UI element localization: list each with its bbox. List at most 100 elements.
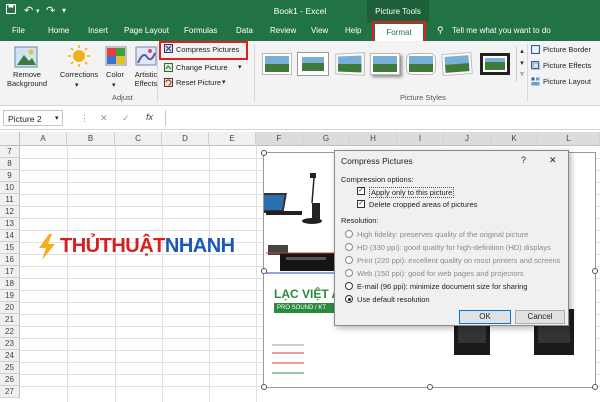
column-header[interactable]: G xyxy=(303,132,350,146)
resize-handle[interactable] xyxy=(261,150,267,156)
picture-border-icon[interactable] xyxy=(530,44,541,56)
change-picture-button[interactable]: Change Picture xyxy=(176,63,228,72)
reset-picture-button[interactable]: Reset Picture xyxy=(176,78,221,87)
column-header[interactable]: F xyxy=(256,132,303,146)
tab-formulas[interactable]: Formulas xyxy=(184,26,217,35)
row-header[interactable]: 20 xyxy=(0,302,20,314)
tab-help[interactable]: Help xyxy=(345,26,361,35)
reset-picture-icon[interactable] xyxy=(164,78,173,89)
row-header[interactable]: 9 xyxy=(0,170,20,182)
tab-review[interactable]: Review xyxy=(270,26,296,35)
artistic-effects-icon[interactable] xyxy=(135,45,157,67)
column-header[interactable]: C xyxy=(115,132,162,146)
web-radio[interactable] xyxy=(345,269,353,277)
tab-insert[interactable]: Insert xyxy=(88,26,108,35)
insert-function-icon[interactable]: fx xyxy=(146,112,153,122)
resize-handle[interactable] xyxy=(261,268,267,274)
corrections-label[interactable]: Corrections xyxy=(56,70,102,79)
default-resolution-radio[interactable] xyxy=(345,295,353,303)
name-box[interactable]: Picture 2 xyxy=(3,110,63,126)
color-dropdown-icon[interactable]: ▾ xyxy=(112,81,116,89)
color-label[interactable]: Color xyxy=(100,70,130,79)
change-picture-icon[interactable] xyxy=(164,63,173,74)
row-header[interactable]: 7 xyxy=(0,146,20,158)
row-header[interactable]: 22 xyxy=(0,326,20,338)
row-header[interactable]: 10 xyxy=(0,182,20,194)
row-header[interactable]: 26 xyxy=(0,374,20,386)
tab-data[interactable]: Data xyxy=(236,26,253,35)
row-header[interactable]: 16 xyxy=(0,254,20,266)
row-header[interactable]: 23 xyxy=(0,338,20,350)
gallery-down-icon[interactable]: ▾ xyxy=(517,58,527,70)
artistic-effects-label[interactable]: Artistic Effects xyxy=(128,70,164,88)
picture-border-button[interactable]: Picture Border xyxy=(543,45,591,54)
row-header[interactable]: 25 xyxy=(0,362,20,374)
gallery-scroll[interactable]: ▴ ▾ ▿ xyxy=(516,46,527,82)
name-box-dropdown-icon[interactable]: ▾ xyxy=(55,114,59,122)
color-icon[interactable] xyxy=(105,45,127,67)
picture-style-7[interactable] xyxy=(480,53,510,75)
confirm-entry-icon[interactable]: ✓ xyxy=(122,113,130,124)
row-header[interactable]: 15 xyxy=(0,242,20,254)
row-header[interactable]: 24 xyxy=(0,350,20,362)
resize-handle[interactable] xyxy=(592,384,598,390)
row-header[interactable]: 18 xyxy=(0,278,20,290)
column-header[interactable]: B xyxy=(67,132,115,146)
ok-button[interactable]: OK xyxy=(459,310,511,324)
select-all-corner[interactable] xyxy=(0,132,20,146)
gallery-up-icon[interactable]: ▴ xyxy=(517,46,527,58)
picture-layout-button[interactable]: Picture Layout xyxy=(543,77,591,86)
remove-background-icon[interactable] xyxy=(14,46,38,68)
formula-bar-grip-icon[interactable]: ⋮ xyxy=(80,113,89,124)
apply-only-label[interactable]: Apply only to this picture xyxy=(369,187,455,198)
row-header[interactable]: 27 xyxy=(0,386,20,398)
column-header[interactable]: H xyxy=(350,132,397,146)
corrections-dropdown-icon[interactable]: ▾ xyxy=(75,81,79,89)
high-fidelity-radio[interactable] xyxy=(345,230,353,238)
close-icon[interactable]: ✕ xyxy=(549,155,557,166)
remove-background-label[interactable]: Remove Background xyxy=(2,70,52,88)
tab-view[interactable]: View xyxy=(311,26,328,35)
tab-file[interactable]: File xyxy=(12,26,25,35)
email-radio[interactable] xyxy=(345,282,353,290)
hd-radio[interactable] xyxy=(345,243,353,251)
tell-me-search[interactable]: Tell me what you want to do xyxy=(452,26,551,35)
formula-input[interactable] xyxy=(165,110,600,126)
delete-cropped-checkbox[interactable]: ✓ xyxy=(357,200,365,208)
row-header[interactable]: 8 xyxy=(0,158,20,170)
column-header[interactable]: E xyxy=(209,132,256,146)
picture-layout-icon[interactable] xyxy=(531,77,540,88)
resize-handle[interactable] xyxy=(427,384,433,390)
row-header[interactable]: 11 xyxy=(0,194,20,206)
column-header[interactable]: J xyxy=(444,132,491,146)
picture-effects-icon[interactable] xyxy=(531,61,541,72)
resize-handle[interactable] xyxy=(261,384,267,390)
help-icon[interactable]: ? xyxy=(521,155,526,165)
print-radio[interactable] xyxy=(345,256,353,264)
picture-style-6[interactable] xyxy=(441,51,473,77)
column-header[interactable]: D xyxy=(162,132,209,146)
picture-style-2[interactable] xyxy=(298,53,328,75)
picture-effects-button[interactable]: Picture Effects xyxy=(543,61,591,70)
row-header[interactable]: 13 xyxy=(0,218,20,230)
corrections-icon[interactable] xyxy=(68,45,90,67)
column-header[interactable]: A xyxy=(20,132,67,146)
apply-only-checkbox[interactable]: ✓ xyxy=(357,187,365,195)
cancel-entry-icon[interactable]: ✕ xyxy=(100,113,108,124)
row-header[interactable]: 12 xyxy=(0,206,20,218)
column-header[interactable]: L xyxy=(538,132,600,146)
cancel-button[interactable]: Cancel xyxy=(515,310,565,324)
row-header[interactable]: 21 xyxy=(0,314,20,326)
tab-page-layout[interactable]: Page Layout xyxy=(124,26,169,35)
delete-cropped-label[interactable]: Delete cropped areas of pictures xyxy=(369,200,477,209)
picture-style-5[interactable] xyxy=(406,53,436,75)
row-header[interactable]: 14 xyxy=(0,230,20,242)
email-label[interactable]: E-mail (96 ppi): minimize document size … xyxy=(357,282,527,291)
row-header[interactable]: 19 xyxy=(0,290,20,302)
reset-picture-dropdown-icon[interactable]: ▾ xyxy=(222,78,226,86)
row-header[interactable]: 17 xyxy=(0,266,20,278)
resize-handle[interactable] xyxy=(592,268,598,274)
tab-home[interactable]: Home xyxy=(48,26,69,35)
picture-style-1[interactable] xyxy=(262,53,292,75)
change-picture-dropdown-icon[interactable]: ▾ xyxy=(238,63,242,71)
